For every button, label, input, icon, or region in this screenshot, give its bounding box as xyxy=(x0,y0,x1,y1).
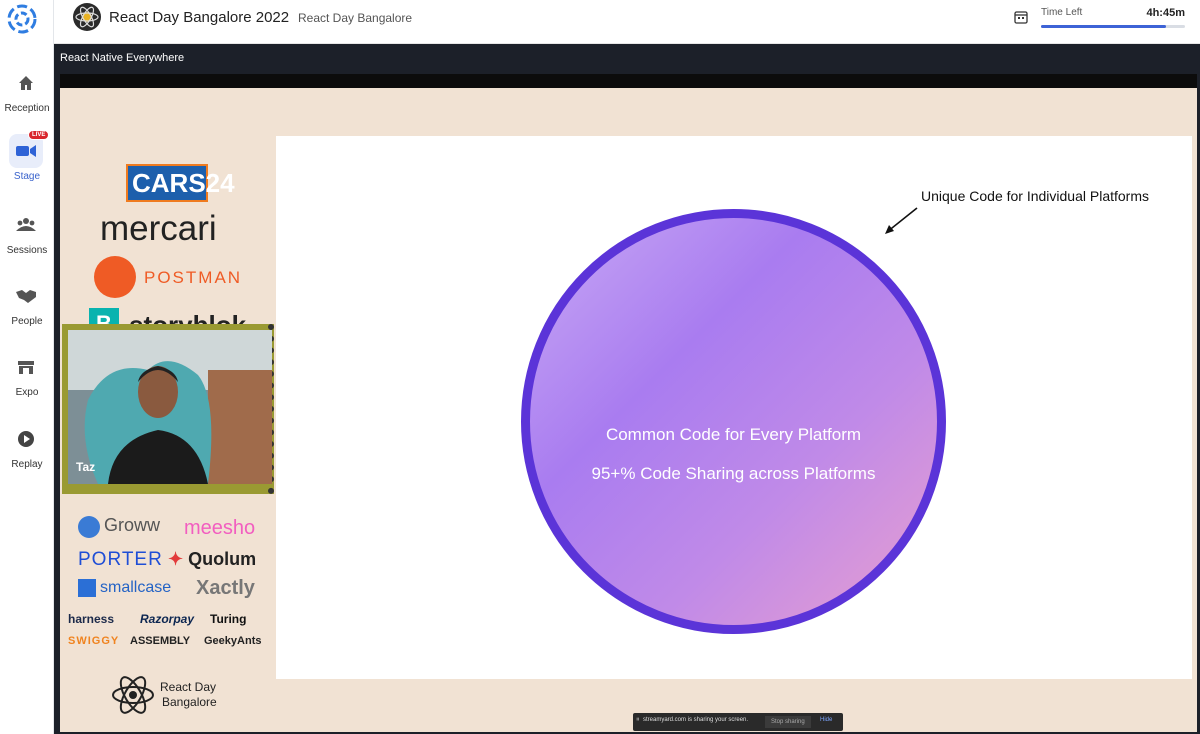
sponsor-logo-smallcase: smallcase xyxy=(78,579,171,597)
platform-logo-icon[interactable] xyxy=(7,4,37,34)
app-root: Reception LIVE Stage Sessions People Exp… xyxy=(0,0,1200,734)
sponsor-name: Quolum xyxy=(188,549,257,569)
share-message: streamyard.com is sharing your screen. xyxy=(643,717,749,723)
stream-player[interactable]: CARS24 mercari POSTMAN B storyblok xyxy=(60,74,1197,732)
sponsor-logo-meesho: meesho xyxy=(184,517,256,539)
react-day-bangalore-logo: React Day Bangalore xyxy=(110,672,217,723)
nav-item-replay[interactable]: Replay xyxy=(0,422,54,482)
nav-label: Expo xyxy=(15,387,39,398)
smallcase-icon xyxy=(78,579,96,597)
shared-screen-slide: Unique Code for Individual Platforms Com… xyxy=(276,136,1192,679)
nav-item-reception[interactable]: Reception xyxy=(0,66,54,126)
play-circle-icon xyxy=(9,422,43,456)
sponsor-logo-cars24: CARS24 xyxy=(126,164,235,202)
screen-share-bar: ⏸ streamyard.com is sharing your screen.… xyxy=(633,713,843,731)
stage-area: React Native Everywhere CARS24 mercari P… xyxy=(54,44,1200,734)
event-logo-icon[interactable] xyxy=(73,3,101,31)
nav-label: Replay xyxy=(11,459,43,470)
nav-item-expo[interactable]: Expo xyxy=(0,350,54,410)
nav-label: Sessions xyxy=(6,245,48,256)
sponsor-name: CARS24 xyxy=(132,168,235,198)
stream-background: CARS24 mercari POSTMAN B storyblok xyxy=(60,88,1197,732)
speaker-video: Taz xyxy=(68,330,272,484)
sponsor-logo-swiggy: SWIGGY xyxy=(68,635,120,647)
live-badge: LIVE xyxy=(28,130,50,140)
sponsor-logo-mercari: mercari xyxy=(100,209,217,248)
arrow-icon xyxy=(885,207,918,234)
sponsor-logo-porter: PORTER xyxy=(78,549,163,570)
time-left-progress-bar xyxy=(1041,25,1185,28)
sponsor-name: POSTMAN xyxy=(144,268,243,287)
group-icon xyxy=(9,208,43,242)
circle-text-line2: 95+% Code Sharing across Platforms xyxy=(591,464,876,483)
calendar-icon[interactable] xyxy=(1014,10,1028,24)
event-logo-line1: React Day xyxy=(160,680,217,694)
nav-item-stage[interactable]: LIVE Stage xyxy=(0,130,54,194)
sponsor-logo-xactly: Xactly xyxy=(196,577,255,599)
event-logo-line2: Bangalore xyxy=(162,695,217,709)
circle-text-line1: Common Code for Every Platform xyxy=(605,425,862,444)
sponsor-logo-assembly: ASSEMBLY xyxy=(130,635,191,647)
sponsor-logo-groww: Groww xyxy=(78,515,161,539)
slide-annotation: Unique Code for Individual Platforms xyxy=(921,188,1150,204)
quolum-icon: ✦ xyxy=(168,549,184,569)
postman-icon xyxy=(94,256,136,298)
common-code-circle: Common Code for Every Platform 95+% Code… xyxy=(521,209,946,634)
time-left-progress-fill xyxy=(1041,25,1167,28)
top-bar: React Day Bangalore 2022 React Day Banga… xyxy=(54,0,1200,44)
sponsor-logo-quolum: ✦ Quolum xyxy=(168,549,256,570)
drag-handle-icon[interactable]: ⏸ xyxy=(636,716,640,724)
time-left-value: 4h:45m xyxy=(1146,7,1185,19)
home-icon xyxy=(9,66,43,100)
sponsor-name: smallcase xyxy=(100,579,172,597)
hide-button[interactable]: Hide xyxy=(820,717,832,723)
nav-item-people[interactable]: People xyxy=(0,279,54,339)
store-icon xyxy=(9,350,43,384)
sponsor-logo-turing: Turing xyxy=(210,612,247,626)
stop-sharing-button[interactable]: Stop sharing xyxy=(765,716,811,728)
nav-label: People xyxy=(11,316,43,327)
sponsor-logo-razorpay: Razorpay xyxy=(140,612,195,626)
speaker-name: Taz xyxy=(76,460,96,474)
event-subtitle[interactable]: React Day Bangalore xyxy=(298,11,412,25)
handshake-icon xyxy=(9,279,43,313)
sponsor-logo-geekyants: GeekyAnts xyxy=(204,635,262,647)
nav-label: Stage xyxy=(13,171,41,182)
time-left-label: Time Left xyxy=(1041,7,1083,18)
nav-item-sessions[interactable]: Sessions xyxy=(0,208,54,268)
nav-label: Reception xyxy=(4,103,50,114)
session-title: React Native Everywhere xyxy=(60,52,185,64)
sponsor-name: Groww xyxy=(104,515,161,535)
speaker-video-tile[interactable]: Taz xyxy=(62,324,274,494)
side-navigation: Reception LIVE Stage Sessions People Exp… xyxy=(0,0,54,734)
groww-icon xyxy=(78,516,100,539)
event-title: React Day Bangalore 2022 xyxy=(109,9,290,26)
sponsor-logo-harness: harness xyxy=(68,612,115,626)
react-atom-icon xyxy=(112,676,154,714)
